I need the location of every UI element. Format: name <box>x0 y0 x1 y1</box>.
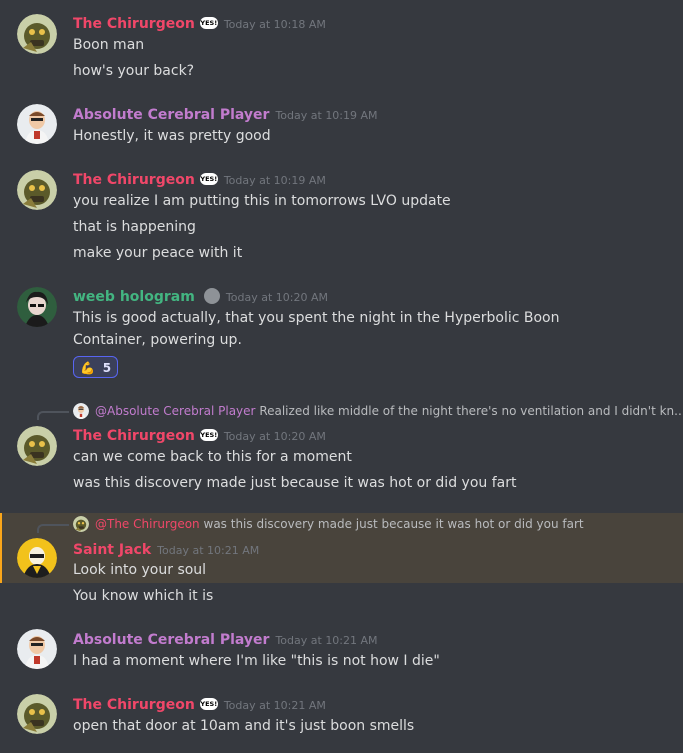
message-text: This is good actually, that you spent th… <box>73 310 560 348</box>
avatar[interactable] <box>17 287 57 327</box>
message-text: was this discovery made just because it … <box>73 475 517 491</box>
avatar[interactable] <box>17 104 57 144</box>
username[interactable]: weeb hologram <box>73 289 195 305</box>
reply-spine <box>37 524 69 533</box>
username[interactable]: Absolute Cerebral Player <box>73 107 269 123</box>
role-icon <box>203 287 220 304</box>
message-text: can we come back to this for a moment <box>73 449 352 465</box>
timestamp: Today at 10:21 AM <box>275 634 378 647</box>
timestamp: Today at 10:19 AM <box>275 109 378 122</box>
username[interactable]: The Chirurgeon <box>73 172 195 188</box>
yes-badge-icon: YES! <box>199 172 218 185</box>
username[interactable]: The Chirurgeon <box>73 428 195 444</box>
message-text: Honestly, it was pretty good <box>73 128 271 144</box>
reaction-count: 5 <box>102 361 112 375</box>
username[interactable]: The Chirurgeon <box>73 697 195 713</box>
yes-badge-icon: YES! <box>199 16 218 29</box>
yes-badge-icon: YES! <box>199 697 218 710</box>
message-text: I had a moment where I'm like "this is n… <box>73 653 440 669</box>
avatar[interactable] <box>17 694 57 734</box>
message-text: how's your back? <box>73 63 195 79</box>
reply-text: Realized like middle of the night there'… <box>259 404 683 418</box>
timestamp: Today at 10:21 AM <box>157 544 260 557</box>
username[interactable]: Absolute Cerebral Player <box>73 632 269 648</box>
message-text: Boon man <box>73 37 145 53</box>
timestamp: Today at 10:18 AM <box>223 18 326 31</box>
username[interactable]: Saint Jack <box>73 542 151 558</box>
timestamp: Today at 10:20 AM <box>223 430 326 443</box>
reply-mention[interactable]: @The Chirurgeon <box>95 517 200 531</box>
message-text: open that door at 10am and it's just boo… <box>73 718 415 734</box>
timestamp: Today at 10:20 AM <box>225 291 328 304</box>
mention-highlight-bar <box>0 513 2 583</box>
username[interactable]: The Chirurgeon <box>73 16 195 32</box>
reaction-button[interactable]: 💪 5 <box>73 356 119 378</box>
reply-preview[interactable]: @The Chirurgeon was this discovery made … <box>95 517 584 531</box>
avatar[interactable] <box>17 629 57 669</box>
reply-spine <box>37 411 69 420</box>
timestamp: Today at 10:19 AM <box>223 174 326 187</box>
message-text: you realize I am putting this in tomorro… <box>73 193 451 209</box>
message-text: Look into your soul <box>73 562 207 578</box>
reply-preview[interactable]: @Absolute Cerebral Player Realized like … <box>95 404 683 418</box>
avatar[interactable] <box>17 538 57 578</box>
yes-badge-icon: YES! <box>199 428 218 441</box>
timestamp: Today at 10:21 AM <box>223 699 326 712</box>
reply-mention[interactable]: @Absolute Cerebral Player <box>95 404 255 418</box>
avatar[interactable] <box>17 14 57 54</box>
avatar[interactable] <box>17 170 57 210</box>
flexed-arm-icon: 💪 <box>80 361 95 375</box>
message-text: make your peace with it <box>73 245 243 261</box>
reply-avatar <box>73 516 89 532</box>
avatar[interactable] <box>17 426 57 466</box>
message-text: You know which it is <box>73 588 214 604</box>
reply-text: was this discovery made just because it … <box>203 517 584 531</box>
reply-avatar <box>73 403 89 419</box>
message-text: that is happening <box>73 219 196 235</box>
